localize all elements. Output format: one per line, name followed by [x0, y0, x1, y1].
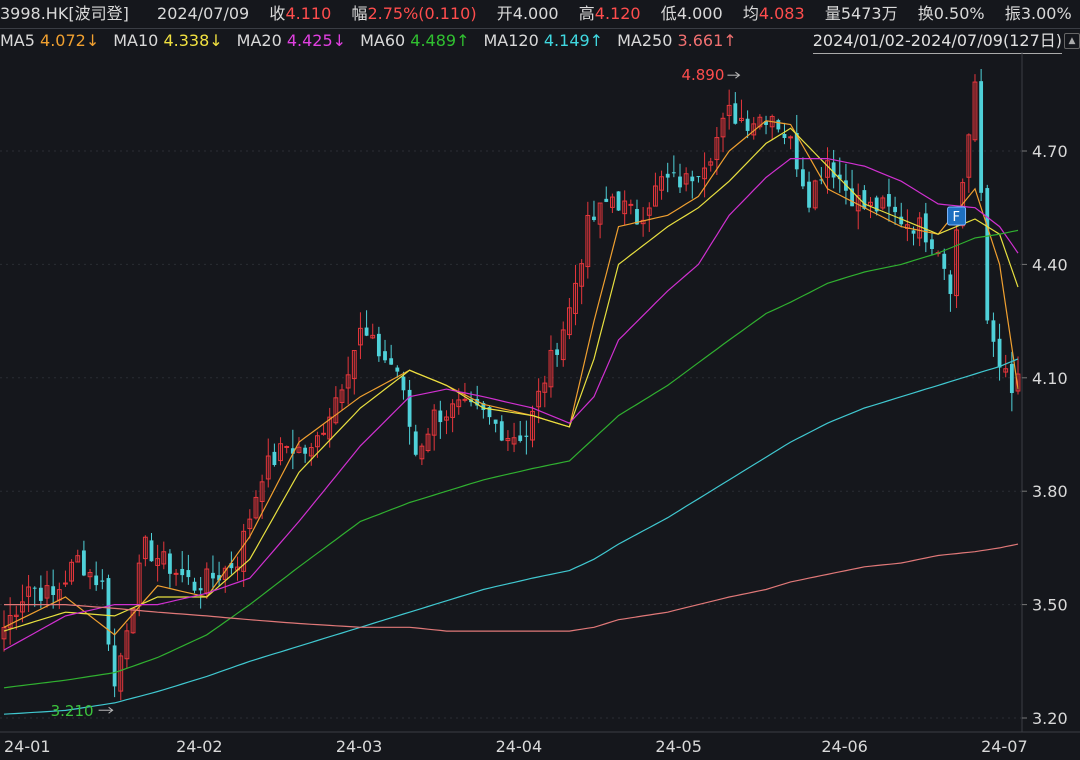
candle-body-down [518, 435, 523, 441]
candle-body-down [690, 176, 695, 182]
candle-body-down [493, 419, 498, 424]
candle-body-down [616, 191, 621, 211]
candle-body-down [180, 568, 185, 576]
candle-body-down [524, 435, 529, 437]
candlestick-chart[interactable]: 4.70 4.40 4.10 3.80 3.50 3.20 24-01 24-02 24-03 2… [0, 0, 1080, 760]
candle-body-down [272, 451, 277, 465]
candle-body-down [671, 172, 676, 174]
candle-body-down [997, 338, 1002, 368]
flag-label: F [953, 210, 960, 225]
x-tick-label: 24-03 [336, 737, 383, 756]
candle-body-down [376, 333, 381, 357]
candle-body-down [979, 81, 984, 193]
candle-body-down [948, 274, 953, 294]
x-tick-label: 24-01 [4, 737, 51, 756]
x-tick-label: 24-07 [981, 737, 1027, 756]
x-tick-label: 24-04 [496, 737, 543, 756]
candle-body-down [604, 198, 609, 202]
candle-body-down [782, 133, 787, 138]
candle-body-down [112, 645, 117, 687]
candle-body-down [1009, 363, 1014, 394]
candle-body-down [862, 190, 867, 209]
y-tick-label: 3.50 [1032, 596, 1068, 615]
candle-body-down [831, 162, 836, 178]
line-ma20 [3, 158, 1019, 651]
candle-body-up [321, 432, 326, 435]
candle-body-down [106, 578, 111, 645]
x-tick-label: 24-05 [655, 737, 702, 756]
y-tick-label: 3.80 [1032, 482, 1068, 501]
candle-body-down [383, 351, 387, 361]
candle-body-down [51, 586, 56, 596]
y-tick-label: 3.20 [1032, 709, 1068, 728]
candle-body-down [923, 213, 928, 243]
candle-body-down [887, 194, 891, 207]
candle-body-down [592, 216, 596, 221]
x-tick-label: 24-02 [176, 737, 223, 756]
candle-body-down [395, 367, 400, 372]
candle-body-down [801, 169, 805, 187]
candle-body-up [284, 446, 290, 449]
candle-body-down [942, 253, 947, 269]
candle-body-down [198, 588, 203, 591]
candle-body-up [173, 572, 179, 575]
candle-body-down [696, 176, 701, 178]
candle-body-up [628, 203, 634, 206]
candle-body-down [413, 431, 418, 455]
low-annotation: 3.210 [51, 702, 94, 720]
candle-body-down [32, 587, 37, 589]
candle-body-down [100, 580, 105, 582]
candle-body-down [733, 103, 738, 124]
high-annotation: 4.890 [681, 66, 724, 84]
candle-body-down [81, 550, 86, 576]
candle-body-down [776, 120, 781, 130]
candle-body-down [186, 570, 191, 578]
candle-body-down [555, 349, 559, 355]
candle-body-down [985, 188, 990, 321]
y-tick-label: 4.70 [1032, 142, 1068, 161]
candle-body-down [211, 572, 215, 579]
candle-body-down [149, 540, 154, 562]
candle-body-down [930, 239, 934, 249]
candle-body-down [678, 176, 682, 188]
y-tick-label: 4.40 [1032, 255, 1068, 274]
candle-body-down [807, 181, 811, 208]
candle-body-down [893, 206, 897, 213]
x-tick-label: 24-06 [821, 737, 868, 756]
candle-body-down [401, 376, 406, 391]
candle-body-down [499, 421, 504, 441]
candle-body-down [991, 320, 996, 342]
candle-body-down [94, 575, 99, 586]
candle-body-down [389, 358, 394, 365]
candle-body-down [168, 553, 172, 574]
candle-body-down [303, 447, 308, 454]
line-ma60 [3, 229, 1019, 689]
candle-body-down [665, 173, 670, 178]
candle-body-down [192, 581, 197, 591]
candle-body-down [38, 587, 43, 601]
candle-body-down [438, 410, 443, 423]
candle-body-down [911, 230, 916, 234]
candle-body-down [364, 327, 369, 336]
candle-body-down [745, 118, 750, 131]
y-tick-label: 4.10 [1032, 369, 1068, 388]
candle-body-down [407, 389, 412, 427]
